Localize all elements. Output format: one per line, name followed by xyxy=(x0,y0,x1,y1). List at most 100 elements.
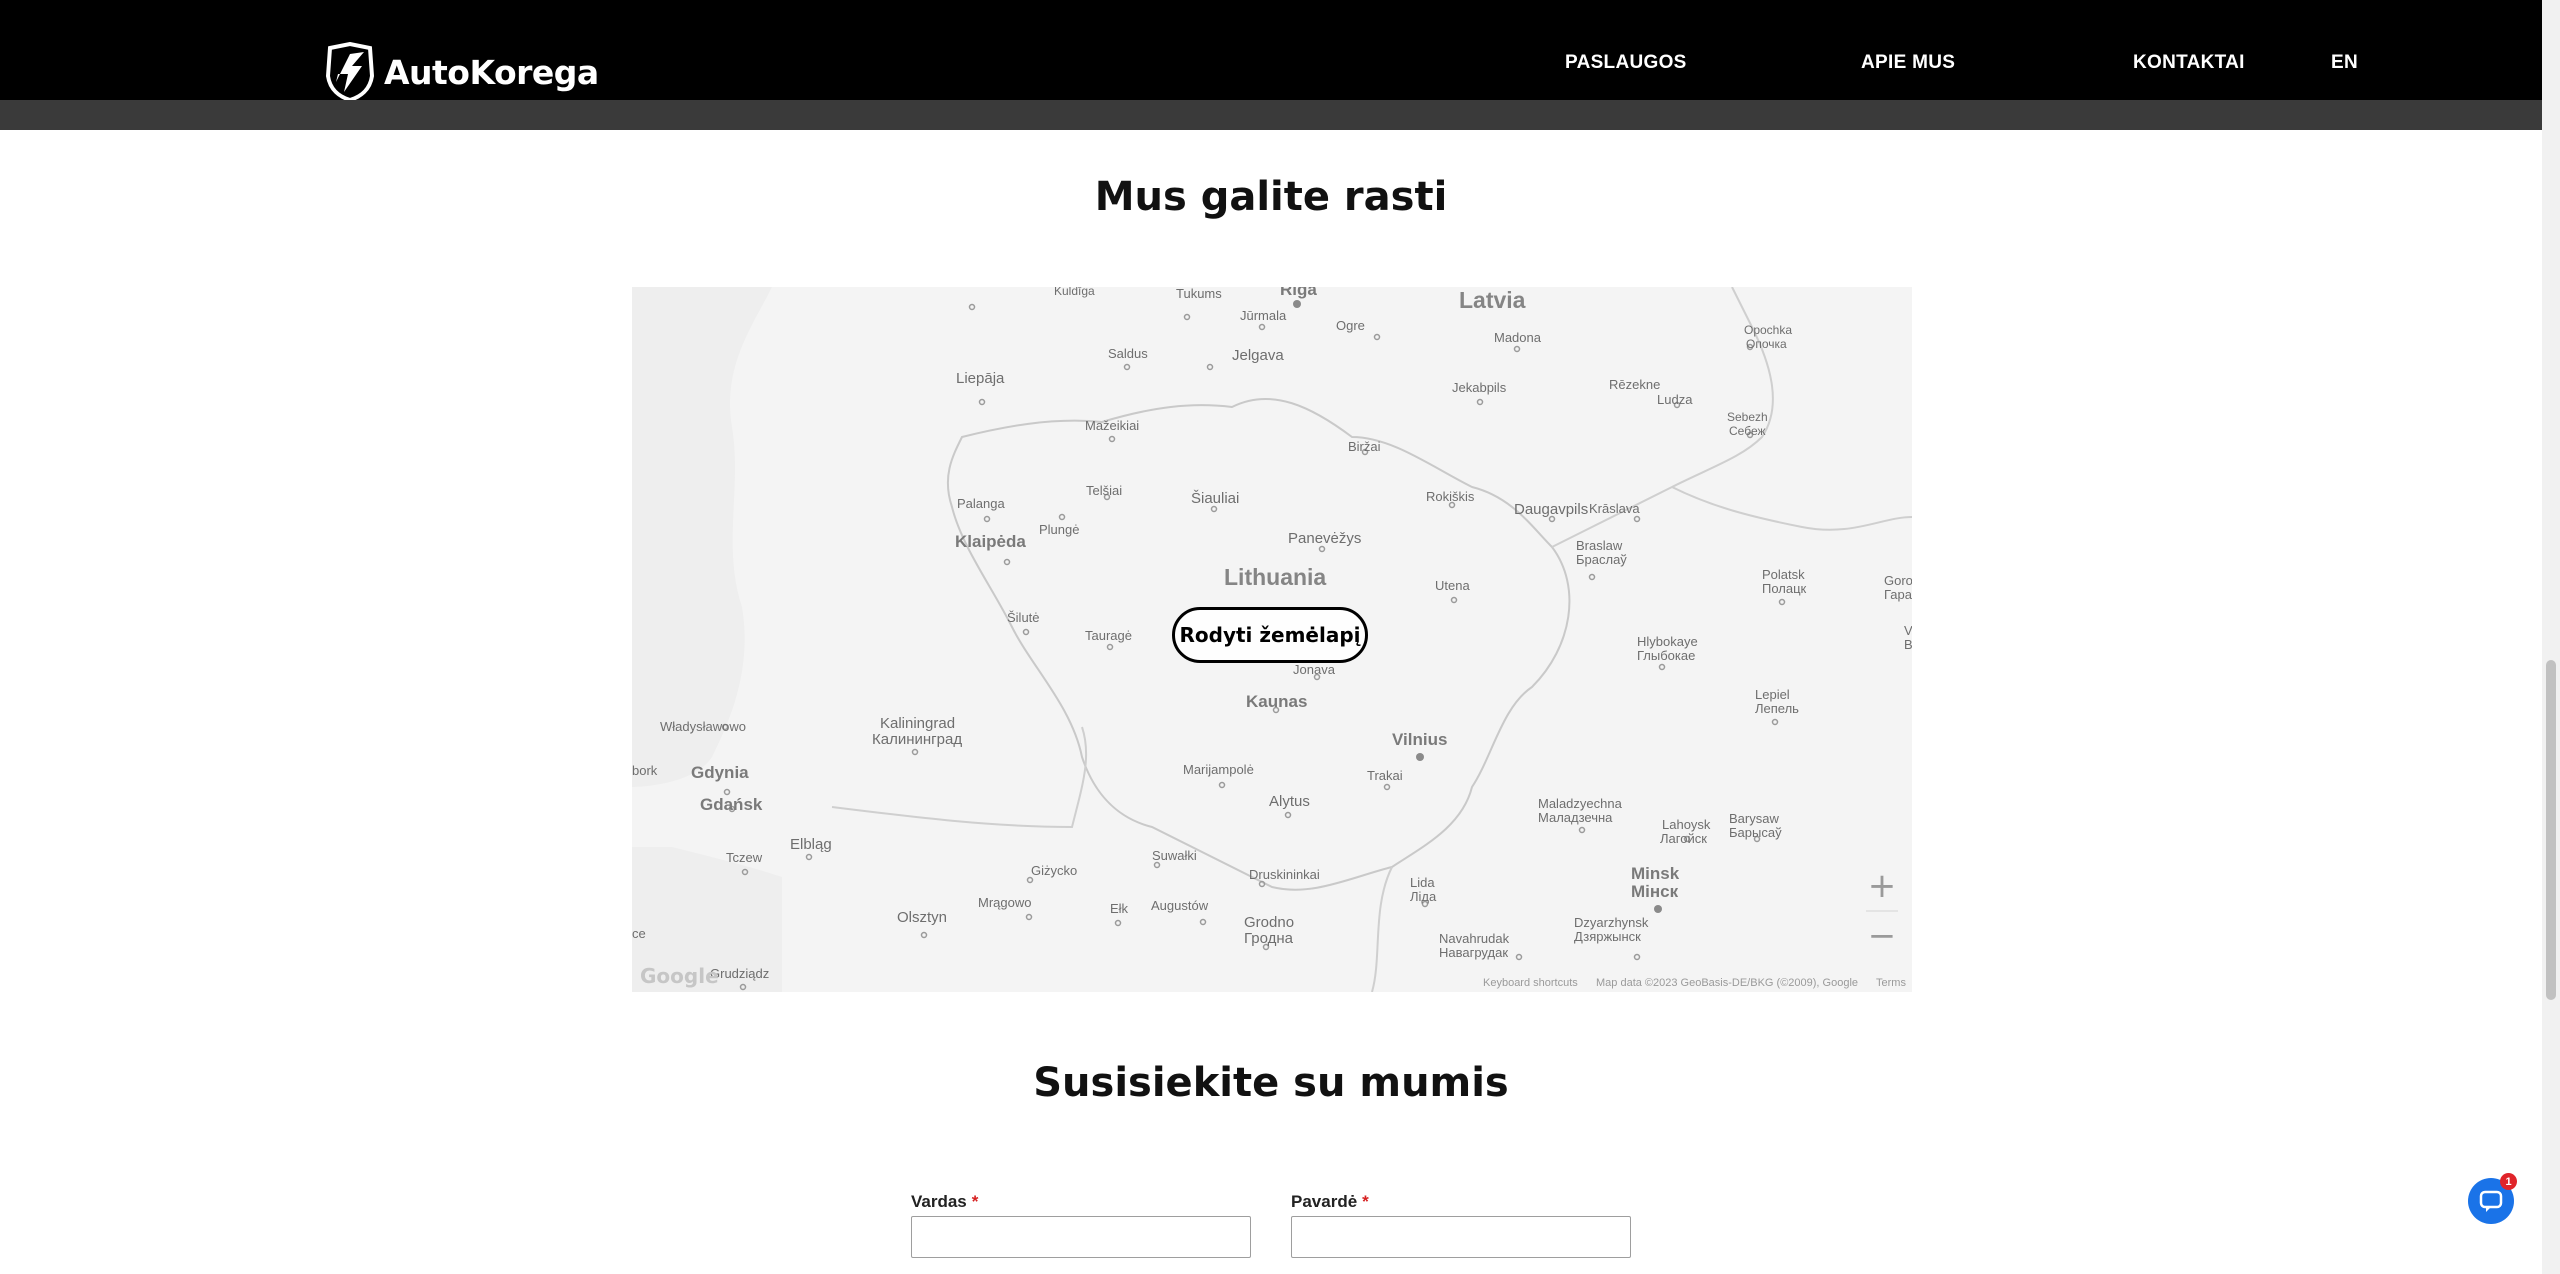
last-name-label-text: Pavardė xyxy=(1291,1192,1358,1211)
required-marker: * xyxy=(971,1192,979,1211)
map-label: Druskininkai xyxy=(1249,867,1320,882)
map-label: Гара xyxy=(1884,587,1912,602)
zoom-controls: + − xyxy=(1858,862,1906,962)
last-name-input[interactable] xyxy=(1291,1216,1631,1258)
first-name-label: Vardas * xyxy=(911,1192,978,1212)
map-label: Alytus xyxy=(1269,793,1310,810)
map-label: Plungė xyxy=(1039,522,1080,537)
map-label: Маладзечна xyxy=(1538,810,1613,825)
map-label: Klaipėda xyxy=(955,532,1026,551)
map-label: Браслаў xyxy=(1576,552,1627,567)
map-label: Лагойск xyxy=(1660,831,1707,846)
logo[interactable]: AutoKorega xyxy=(322,42,599,102)
map-label: Elbląg xyxy=(790,836,832,853)
nav-services[interactable]: PASLAUGOS xyxy=(1565,52,1687,74)
chat-bubble-icon xyxy=(2479,1190,2503,1212)
map-label: Lepiel xyxy=(1755,687,1790,702)
map-label: Навагрудак xyxy=(1439,945,1509,960)
map-label: Kaunas xyxy=(1246,692,1308,711)
map-label: Lahoysk xyxy=(1662,817,1711,832)
site-header: AutoKorega PASLAUGOS APIE MUS KONTAKTAI … xyxy=(0,0,2542,102)
shield-lightning-logo-icon xyxy=(325,42,375,102)
first-name-label-text: Vardas xyxy=(911,1192,967,1211)
map-label: Лепель xyxy=(1755,701,1799,716)
map-label: Себеж xyxy=(1729,424,1766,438)
map-label: Šiauliai xyxy=(1191,490,1240,507)
map-label: Madona xyxy=(1494,330,1541,345)
map-label: Trakai xyxy=(1367,768,1403,783)
map-label: Daugavpils xyxy=(1514,501,1589,518)
map-label: Augustów xyxy=(1151,898,1209,913)
map-label: Lida xyxy=(1410,875,1435,890)
terms-link[interactable]: Terms xyxy=(1876,977,1906,989)
map-label: Mrągowo xyxy=(978,895,1032,910)
map-section-title: Mus galite rasti xyxy=(1094,174,1448,220)
logo-text: AutoKorega xyxy=(384,52,599,92)
map-label: Suwałki xyxy=(1152,848,1197,863)
map-label: Giżycko xyxy=(1031,863,1078,878)
map-label: Minsk xyxy=(1631,864,1680,883)
map-label: Tukums xyxy=(1176,287,1222,301)
map-label: Saldus xyxy=(1108,346,1148,361)
map-label: Utena xyxy=(1435,578,1470,593)
map-label: Jekabpils xyxy=(1452,380,1507,395)
map-label: Tauragė xyxy=(1085,628,1132,643)
map-label: Navahrudak xyxy=(1439,931,1510,946)
map-label: Gdańsk xyxy=(700,795,763,814)
map-label: Braslaw xyxy=(1576,538,1623,553)
map-label: Gdynia xyxy=(691,763,749,782)
map-label: Опочка xyxy=(1746,337,1787,351)
map-label: B xyxy=(1904,637,1912,652)
map-label: Jūrmala xyxy=(1240,308,1287,323)
google-logo: Google xyxy=(640,964,719,988)
contact-section-title: Susisiekite su mumis xyxy=(1033,1060,1509,1106)
map-label: Vilnius xyxy=(1392,730,1448,749)
map-label: Grodno xyxy=(1244,914,1295,931)
map-data-attribution: Map data ©2023 GeoBasis-DE/BKG (©2009), … xyxy=(1596,977,1859,989)
map-label: Goro xyxy=(1884,573,1912,588)
nav-about[interactable]: APIE MUS xyxy=(1861,52,1955,74)
zoom-in-button[interactable]: + xyxy=(1858,862,1906,910)
map-label: Kaliningrad xyxy=(880,715,956,732)
map-label: Riga xyxy=(1280,287,1317,299)
first-name-input[interactable] xyxy=(911,1216,1251,1258)
map-label: Глыбокае xyxy=(1637,648,1696,663)
map-label: Ogre xyxy=(1336,318,1365,333)
map-label: Barysaw xyxy=(1729,811,1779,826)
map-label: Kuldīga xyxy=(1054,287,1095,298)
map-label: Гродна xyxy=(1244,930,1294,947)
zoom-out-button[interactable]: − xyxy=(1858,912,1906,960)
map-label: Ліда xyxy=(1410,889,1437,904)
map-label: Jonava xyxy=(1293,662,1335,677)
map-label: bork xyxy=(632,763,658,778)
map-label: Ve xyxy=(1904,623,1912,638)
chat-notification-badge: 1 xyxy=(2500,1173,2517,1190)
map-label: Latvia xyxy=(1459,287,1526,313)
page-scrollbar[interactable] xyxy=(2542,0,2560,1274)
scrollbar-thumb[interactable] xyxy=(2546,660,2556,1000)
language-switch[interactable]: EN xyxy=(2331,52,2358,74)
map-label: Dzyarzhynsk xyxy=(1574,915,1649,930)
map-label: Polatsk xyxy=(1762,567,1805,582)
keyboard-shortcuts-link[interactable]: Keyboard shortcuts xyxy=(1483,977,1578,989)
map-label: Sebezh xyxy=(1727,410,1768,424)
map-label: Hlybokaye xyxy=(1637,634,1698,649)
map-label: Olsztyn xyxy=(897,909,948,926)
show-map-button[interactable]: Rodyti žemėlapį xyxy=(1172,607,1368,663)
map-label: Ełk xyxy=(1110,901,1129,916)
nav-contacts[interactable]: KONTAKTAI xyxy=(2133,52,2245,74)
map-label: Rokiškis xyxy=(1426,489,1475,504)
map-label: Maladzyechna xyxy=(1538,796,1622,811)
map-label: Biržai xyxy=(1348,439,1381,454)
map-label: Ludza xyxy=(1657,392,1693,407)
map-label: Tczew xyxy=(726,850,763,865)
map-label: Władysławowo xyxy=(660,719,746,734)
map-label: Jelgava xyxy=(1232,347,1284,364)
map-label: Krāslava xyxy=(1589,501,1640,516)
required-marker: * xyxy=(1362,1192,1369,1211)
map-label: Lithuania xyxy=(1224,564,1327,590)
map-label: Telšiai xyxy=(1086,483,1123,498)
map-label: Калининград xyxy=(872,731,963,748)
map-label: Барысаў xyxy=(1729,825,1782,840)
map-label: Дзяржынск xyxy=(1574,929,1641,944)
